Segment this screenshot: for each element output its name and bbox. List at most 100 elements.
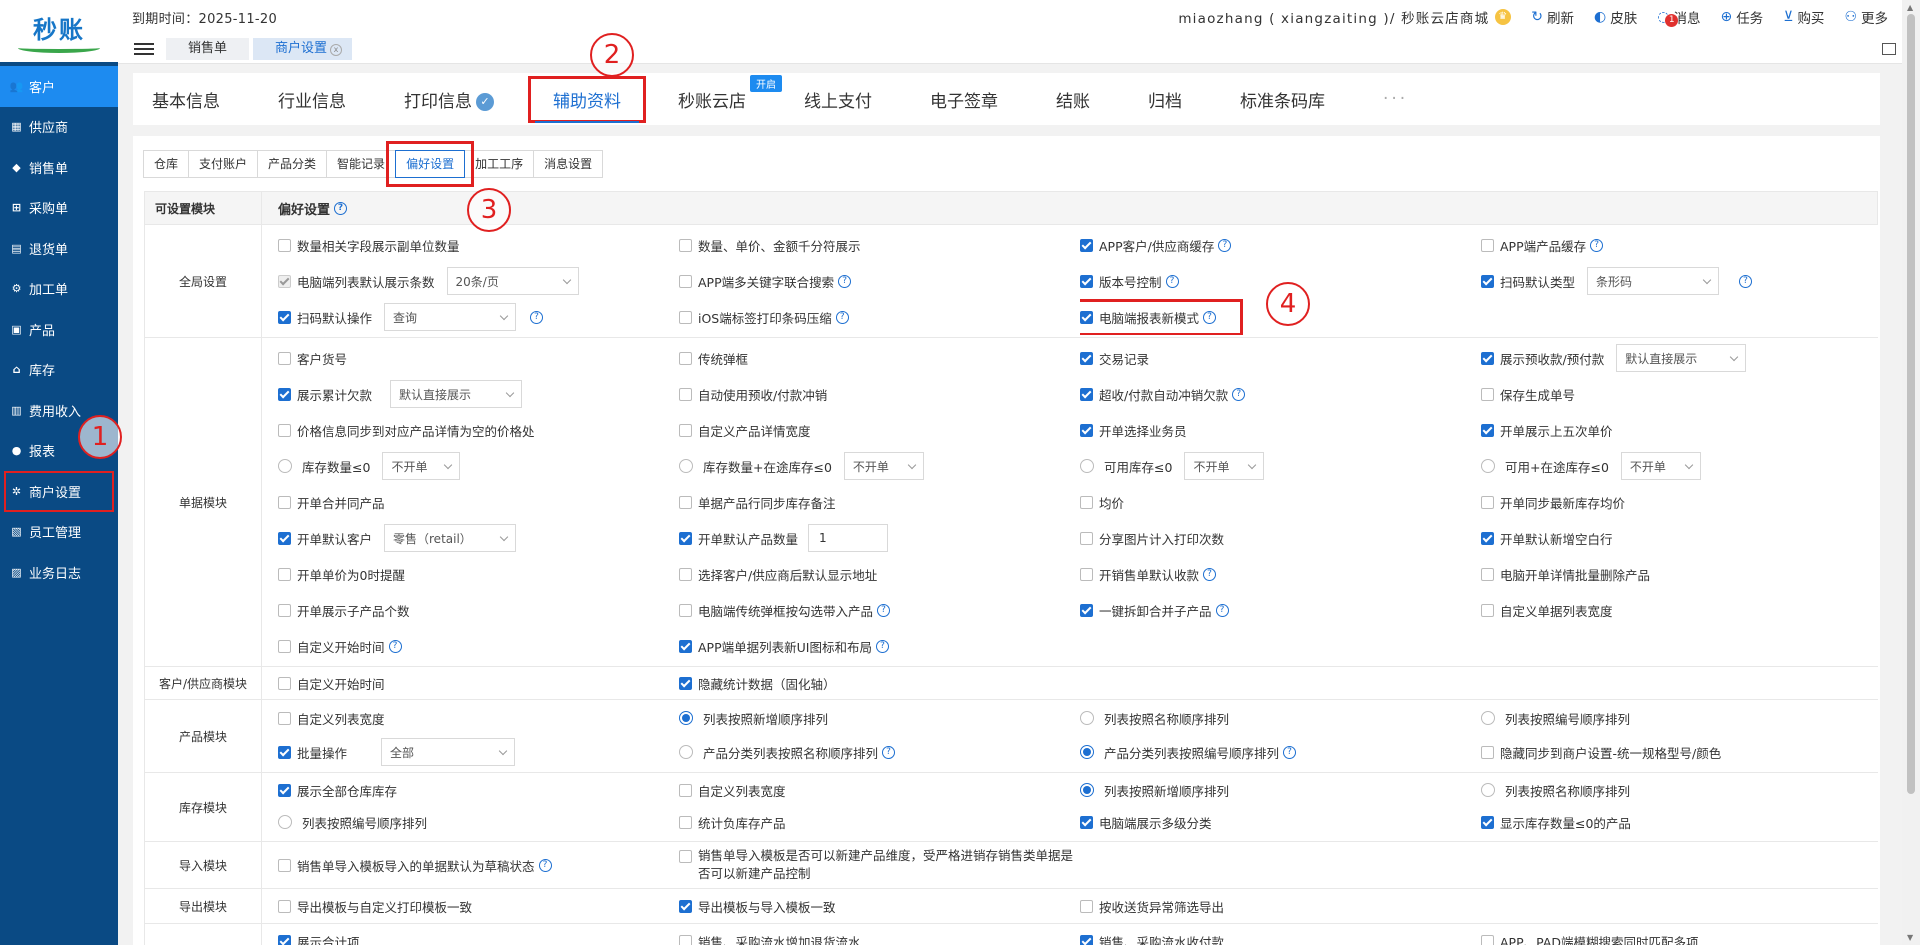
checkbox[interactable] [1481, 603, 1494, 617]
option[interactable]: 开销售单默认收款? [1080, 556, 1481, 592]
sidebar-item-stock[interactable]: ⌂ 库存 [0, 350, 118, 391]
checkbox[interactable] [278, 567, 291, 581]
close-icon[interactable]: x [330, 43, 343, 56]
option[interactable]: 自定义产品详情宽度 [679, 412, 1080, 448]
option[interactable]: 展示累计欠款 默认直接展示 [278, 376, 679, 412]
option[interactable]: 保存生成单号 [1481, 376, 1880, 412]
option[interactable]: 数量、单价、金额千分符展示 [679, 227, 1080, 263]
page-tab-sales[interactable]: 销售单 [166, 37, 250, 60]
checkbox[interactable] [1080, 531, 1093, 545]
option[interactable]: 开单展示上五次单价 [1481, 412, 1880, 448]
tab-print-info[interactable]: 打印信息 ✓ [404, 87, 494, 112]
checkbox[interactable] [278, 351, 291, 365]
option[interactable]: 显示库存数量≤0的产品 [1481, 805, 1880, 839]
checkbox-checked[interactable] [1481, 274, 1494, 288]
scroll-up-icon[interactable]: ▲ [1907, 3, 1913, 12]
tasks-button[interactable]: ⊕ 任务 [1720, 7, 1763, 27]
help-icon[interactable]: ? [388, 639, 402, 653]
scroll-down-icon[interactable]: ▼ [1907, 933, 1913, 942]
tab-cloud-store[interactable]: 秒账云店 开启 [678, 74, 782, 112]
checkbox-checked[interactable] [1481, 423, 1494, 437]
option[interactable]: 电脑端传统弹框按勾选带入产品? [679, 592, 1080, 628]
help-icon[interactable]: ? [1590, 238, 1604, 252]
refresh-button[interactable]: ↻ 刷新 [1531, 7, 1574, 27]
tab-online-payment[interactable]: 线上支付 [804, 87, 872, 112]
radio[interactable] [278, 459, 292, 473]
option[interactable]: 单据产品行同步库存备注 [679, 484, 1080, 520]
option[interactable]: 可用库存≤0 不开单 [1080, 448, 1481, 484]
checkbox-checked[interactable] [1080, 934, 1093, 945]
checkbox-checked[interactable] [278, 531, 291, 545]
scrollbar[interactable]: ▲ ▼ [1902, 0, 1920, 945]
option[interactable]: 列表按照名称顺序排列 [1080, 702, 1481, 734]
option[interactable]: 导出模板与导入模板一致 [679, 891, 1080, 921]
checkbox[interactable] [679, 351, 692, 365]
checkbox-checked[interactable] [278, 783, 291, 797]
option[interactable]: 销售单导入模板导入的单据默认为草稿状态? [278, 844, 679, 886]
radio[interactable] [1080, 711, 1094, 725]
subtab-preferences[interactable]: 偏好设置 [386, 141, 475, 187]
more-button[interactable]: ⚇ 更多 [1844, 7, 1888, 27]
checkbox[interactable] [278, 899, 291, 913]
page-size-select[interactable]: 20条/页 [446, 267, 579, 295]
subtab-product-category[interactable]: 产品分类 [257, 150, 328, 178]
help-icon[interactable]: ? [1739, 274, 1753, 288]
option[interactable]: 隐藏同步到商户设置-统一规格型号/颜色 [1481, 734, 1880, 770]
option[interactable]: 库存数量+在途库存≤0 不开单 [679, 448, 1080, 484]
checkbox[interactable] [679, 495, 692, 509]
radio[interactable] [1481, 783, 1495, 797]
option[interactable]: 隐藏统计数据（固化轴） [679, 667, 1080, 699]
tab-industry-info[interactable]: 行业信息 [278, 87, 346, 112]
logo[interactable]: 秒账 [0, 0, 118, 62]
checkbox-checked[interactable] [1080, 423, 1093, 437]
help-icon[interactable]: ? [875, 639, 889, 653]
sidebar-item-supplier[interactable]: ▦ 供应商 [0, 107, 118, 148]
batch-operation-select[interactable]: 全部 [381, 738, 516, 766]
subtab-smart-record[interactable]: 智能记录 [326, 150, 397, 178]
checkbox[interactable] [1080, 567, 1093, 581]
checkbox[interactable] [679, 387, 692, 401]
help-icon[interactable]: ? [538, 858, 552, 872]
sidebar-item-staff[interactable]: ▧ 员工管理 [0, 512, 118, 553]
subtab-warehouse[interactable]: 仓库 [143, 150, 190, 178]
option[interactable]: 自动使用预收/付款冲销 [679, 376, 1080, 412]
option[interactable]: 统计负库存产品 [679, 805, 1080, 839]
option[interactable]: 电脑开单详情批量删除产品 [1481, 556, 1880, 592]
checkbox[interactable] [679, 274, 692, 288]
messages-button[interactable]: ◌ 1 消息 [1657, 7, 1700, 27]
option[interactable]: 传统弹框 [679, 340, 1080, 376]
option[interactable]: 开单展示子产品个数 [278, 592, 679, 628]
checkbox[interactable] [679, 815, 692, 829]
checkbox-checked[interactable] [278, 745, 291, 759]
option[interactable]: 电脑端列表默认展示条数 20条/页 [278, 263, 679, 299]
checkbox-checked[interactable] [1080, 274, 1093, 288]
sidebar-item-processing[interactable]: ⚙ 加工单 [0, 269, 118, 310]
help-icon[interactable]: ? [1165, 274, 1179, 288]
default-quantity-input[interactable]: 1 [808, 524, 889, 552]
checkbox[interactable] [679, 310, 692, 324]
option[interactable]: 自定义单据列表宽度 [1481, 592, 1880, 628]
checkbox[interactable] [1481, 934, 1494, 945]
checkbox[interactable] [679, 567, 692, 581]
option[interactable]: 价格信息同步到对应产品详情为空的价格处 [278, 412, 679, 448]
option[interactable]: 产品分类列表按照编号顺序排列? [1080, 734, 1481, 770]
sidebar-item-product[interactable]: ▣ 产品 [0, 309, 118, 350]
radio[interactable] [278, 815, 292, 829]
option[interactable]: APP端多关键字联合搜索? [679, 263, 1080, 299]
help-icon[interactable]: ? [334, 201, 348, 215]
option[interactable]: 展示全部仓库库存 [278, 775, 679, 805]
checkbox[interactable] [278, 639, 291, 653]
option[interactable]: 产品分类列表按照名称顺序排列? [679, 734, 1080, 770]
debt-select[interactable]: 默认直接展示 [390, 380, 523, 408]
option[interactable]: APP、PAD端模糊搜索同时匹配多项 [1481, 926, 1880, 945]
option[interactable]: 开单默认客户 零售（retail） [278, 520, 679, 556]
help-icon[interactable]: ? [1215, 603, 1229, 617]
stock-zero-select[interactable]: 不开单 [382, 452, 461, 480]
help-icon[interactable]: ? [1232, 387, 1246, 401]
checkbox[interactable] [679, 934, 692, 945]
checkbox-checked[interactable] [1481, 351, 1494, 365]
checkbox[interactable] [278, 423, 291, 437]
option[interactable]: 扫码默认操作 查询? [278, 299, 679, 335]
tab-archive[interactable]: 归档 [1148, 87, 1182, 112]
tab-auxiliary-data[interactable]: 辅助资料 [528, 75, 646, 123]
